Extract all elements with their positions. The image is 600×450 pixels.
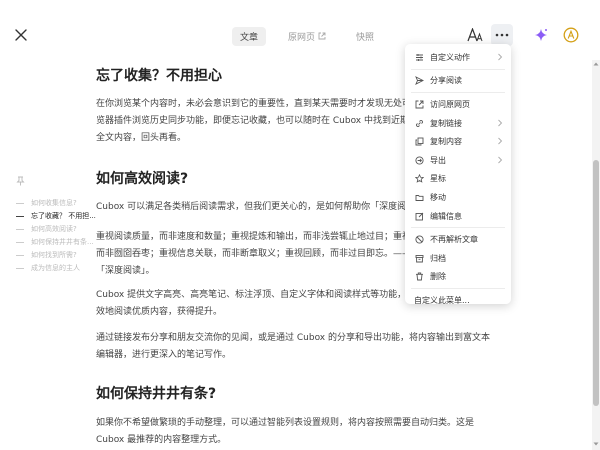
- outline-dash: [16, 202, 24, 204]
- view-tabs: 文章 原网页 快照: [232, 26, 382, 46]
- scroll-down-icon[interactable]: [593, 441, 599, 447]
- external-link-icon: [318, 32, 326, 40]
- outline-item[interactable]: 如何高效阅读?: [16, 224, 77, 234]
- menu-item-label: 复制内容: [430, 137, 462, 147]
- tab-snapshot[interactable]: 快照: [348, 27, 382, 46]
- archive-icon: [415, 254, 423, 263]
- outline-item-label: 忘了收藏？ 不用担...: [31, 212, 96, 220]
- trash-icon: [415, 272, 423, 281]
- menu-item-archive[interactable]: 归档: [405, 249, 511, 268]
- menu-item-label: 自定义此菜单...: [414, 295, 470, 305]
- circle-a-icon: [563, 27, 579, 43]
- scrollbar-thumb[interactable]: [593, 160, 599, 406]
- tab-original-page-label: 原网页: [288, 32, 316, 43]
- font-settings-icon: [467, 28, 483, 42]
- export-icon: [414, 156, 424, 165]
- menu-item-label: 自定义动作: [430, 52, 470, 62]
- outline-dash: [16, 228, 24, 230]
- profile-button[interactable]: [560, 24, 582, 46]
- paragraph: 通过链接发布分享和朋友交流你的见闻，或是通过 Cubox 的分享和导出功能，将内…: [96, 333, 490, 360]
- menu-item-customize-menu[interactable]: 自定义此菜单...: [405, 291, 511, 310]
- outline-item-label: 如何找到所需?: [31, 251, 77, 259]
- copy-link-icon: [415, 119, 423, 127]
- chevron-right-icon: [498, 119, 503, 127]
- menu-item-share[interactable]: 分享阅读: [405, 72, 511, 91]
- edit-icon: [415, 212, 423, 220]
- menu-item-export[interactable]: 导出: [405, 151, 511, 170]
- outline-dash: [16, 267, 24, 269]
- chevron-right-icon: [498, 138, 503, 145]
- outline-dash: [16, 215, 24, 217]
- more-actions-menu: 自定义动作 分享阅读 访问原网页 复制链接 复制内容 导出 星标 移动 编辑信息: [405, 44, 511, 305]
- star-icon: [414, 174, 424, 184]
- pin-icon[interactable]: [16, 176, 25, 186]
- close-icon: [15, 29, 27, 41]
- tab-article-label: 文章: [240, 32, 259, 43]
- menu-item-custom-action[interactable]: 自定义动作: [405, 48, 511, 67]
- copy-content-icon: [415, 137, 423, 146]
- menu-item-edit-info[interactable]: 编辑信息: [405, 207, 511, 226]
- menu-divider: [411, 227, 505, 229]
- menu-item-label: 星标: [430, 174, 446, 184]
- outline-item-label: 如何保持井井有条...: [31, 238, 94, 246]
- font-settings-button[interactable]: [464, 24, 486, 46]
- outline-item-label: 如何高效阅读?: [31, 225, 77, 233]
- menu-divider: [411, 92, 505, 94]
- menu-item-star[interactable]: 星标: [405, 170, 511, 189]
- close-button[interactable]: [12, 26, 30, 44]
- menu-item-label: 复制链接: [430, 118, 462, 128]
- section-heading: 忘了收集？不用担心: [96, 68, 222, 84]
- no-parse-icon: [414, 235, 424, 244]
- scroll-up-icon[interactable]: [593, 61, 599, 67]
- outline-item-label: 如何收集信息?: [31, 199, 77, 207]
- tab-original-page[interactable]: 原网页: [280, 27, 334, 46]
- menu-item-copy-link[interactable]: 复制链接: [405, 114, 511, 133]
- menu-divider: [411, 288, 505, 290]
- paragraph: 如果你不希望做繁琐的手动整理，可以通过智能列表设置规则，将内容按照需要自动归类。…: [96, 418, 475, 445]
- menu-item-label: 编辑信息: [430, 211, 462, 221]
- menu-item-label: 不再解析文章: [430, 235, 478, 245]
- menu-item-label: 归档: [430, 253, 446, 263]
- tab-article[interactable]: 文章: [232, 26, 267, 46]
- menu-item-label: 删除: [430, 272, 446, 282]
- custom-action-icon: [415, 53, 423, 61]
- more-button[interactable]: [491, 24, 513, 46]
- move-icon: [415, 195, 423, 201]
- chevron-right-icon: [498, 53, 503, 61]
- outline-dash: [16, 254, 24, 256]
- outline-item[interactable]: 如何保持井井有条...: [16, 237, 94, 247]
- outline-item[interactable]: 如何收集信息?: [16, 198, 77, 208]
- menu-item-stop-parsing[interactable]: 不再解析文章: [405, 230, 511, 249]
- outline-item-active[interactable]: 忘了收藏？ 不用担...: [16, 211, 96, 221]
- menu-item-move[interactable]: 移动: [405, 188, 511, 207]
- outline-item[interactable]: 成为信息的主人: [16, 263, 80, 273]
- open-link-icon: [415, 100, 423, 109]
- section-heading: 如何高效阅读?: [96, 171, 189, 187]
- outline-dash: [16, 241, 24, 243]
- tab-snapshot-label: 快照: [356, 32, 375, 43]
- sparkle-icon: [535, 29, 547, 41]
- menu-item-label: 导出: [430, 155, 446, 165]
- share-icon: [414, 76, 424, 86]
- menu-item-open-original[interactable]: 访问原网页: [405, 95, 511, 114]
- menu-item-label: 访问原网页: [430, 99, 470, 109]
- chevron-right-icon: [498, 156, 503, 164]
- menu-item-copy-content[interactable]: 复制内容: [405, 132, 511, 151]
- more-icon: [495, 33, 509, 37]
- menu-item-delete[interactable]: 删除: [405, 268, 511, 287]
- menu-item-label: 分享阅读: [430, 76, 462, 86]
- menu-divider: [411, 68, 505, 70]
- ai-assistant-button[interactable]: [530, 24, 552, 46]
- outline-item[interactable]: 如何找到所需?: [16, 250, 77, 260]
- section-heading: 如何保持井井有条?: [96, 386, 217, 402]
- menu-item-label: 移动: [430, 192, 446, 202]
- outline-item-label: 成为信息的主人: [31, 264, 80, 272]
